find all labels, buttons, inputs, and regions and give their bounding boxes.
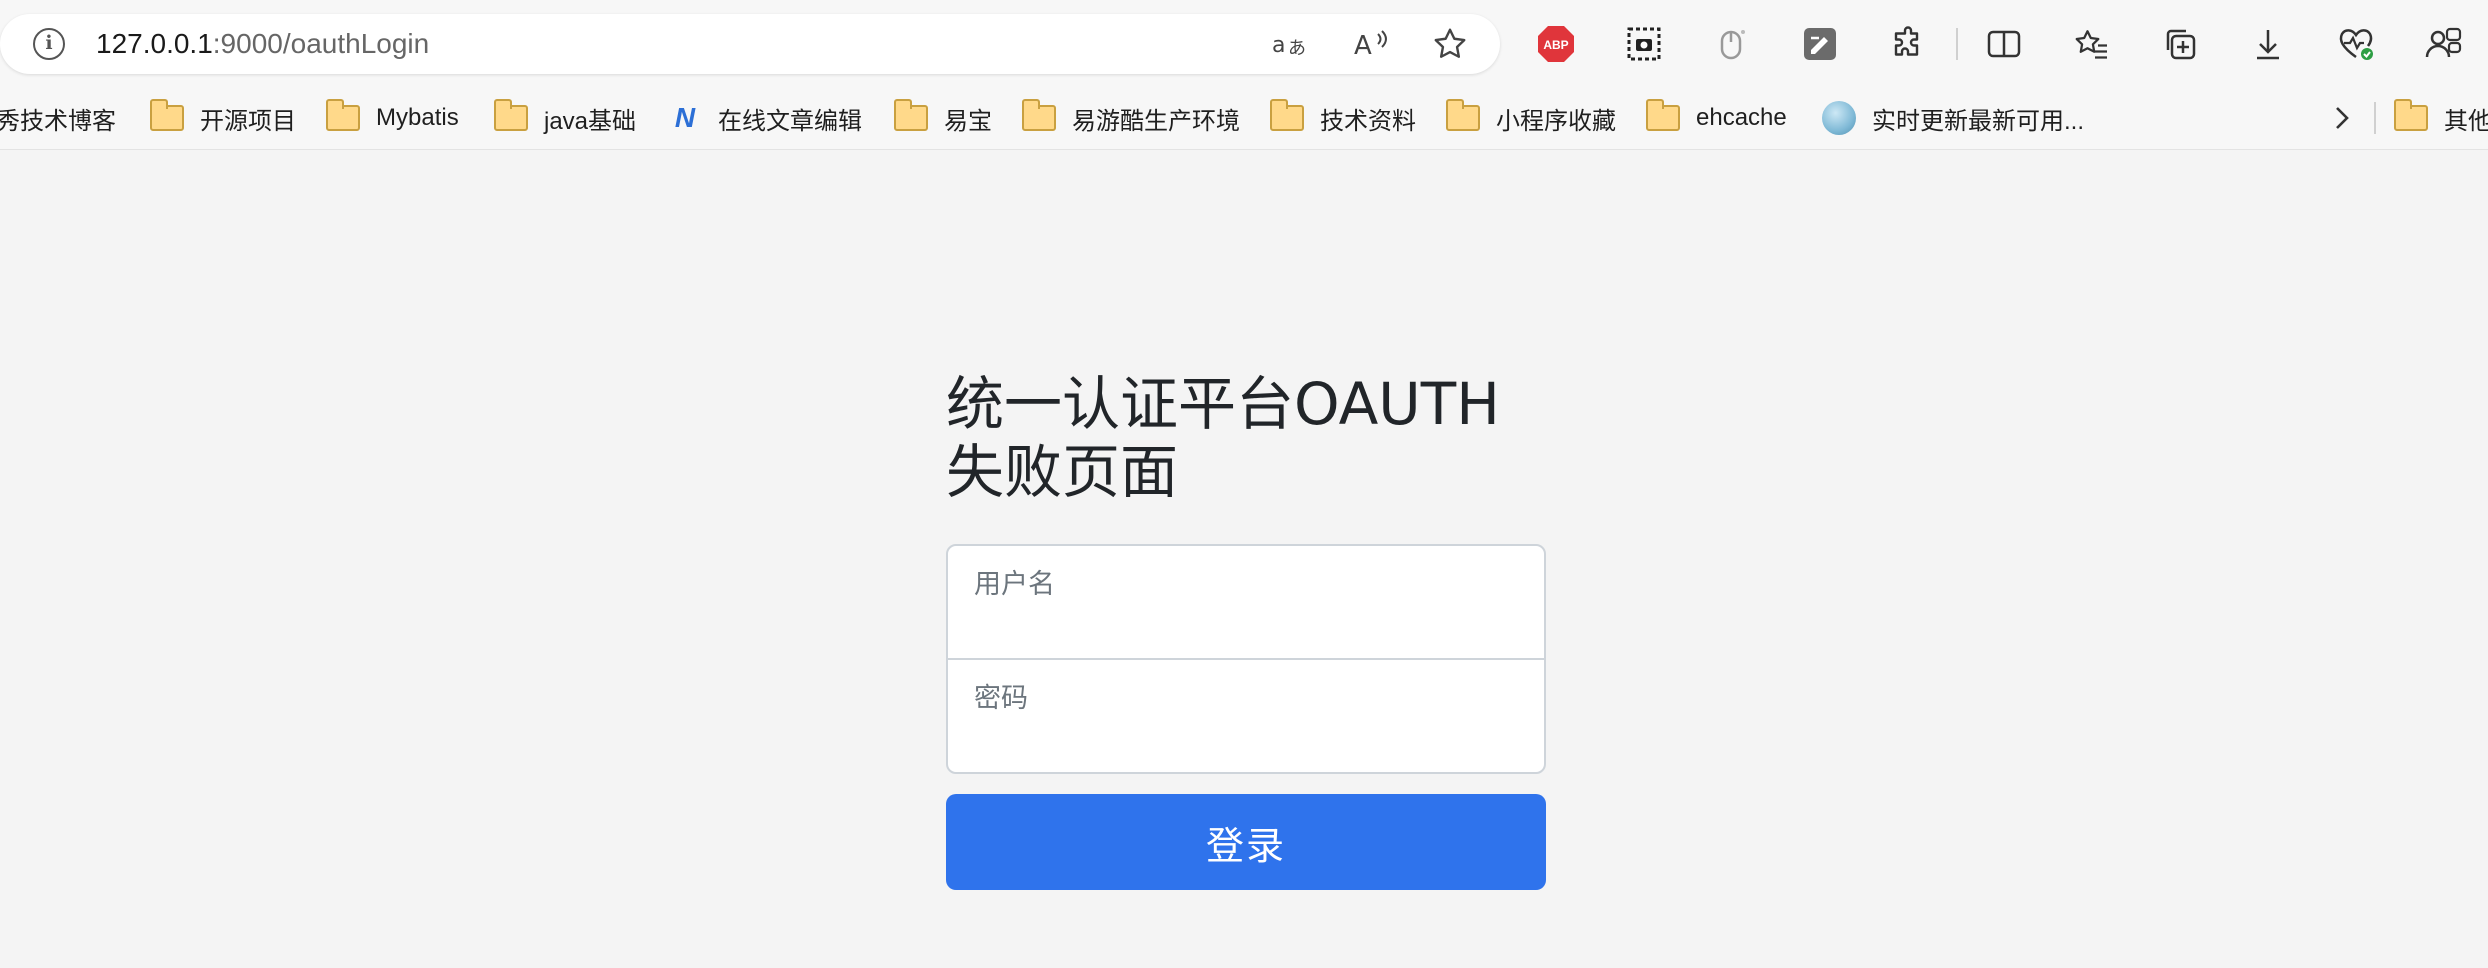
password-label: 密码 xyxy=(974,683,1028,714)
url-text[interactable]: 127.0.0.1:9000/oauthLogin xyxy=(96,26,429,62)
username-field[interactable]: 用户名 xyxy=(946,544,1546,660)
bookmark-item[interactable]: 秀技术博客 xyxy=(0,98,116,138)
bookmark-item[interactable]: N 在线文章编辑 xyxy=(668,98,862,138)
split-screen-icon[interactable] xyxy=(1982,22,2026,66)
chevron-right-icon[interactable] xyxy=(2322,96,2362,140)
username-label: 用户名 xyxy=(974,569,1055,600)
profile-icon[interactable] xyxy=(2422,22,2466,66)
url-path: :9000/oauthLogin xyxy=(212,28,430,59)
bookmark-folder[interactable]: java基础 xyxy=(494,98,636,138)
folder-icon xyxy=(894,99,928,131)
bookmarks-bar: 秀技术博客 开源项目 Mybatis java基础 N 在线文章编辑 易宝 易游… xyxy=(0,88,2488,150)
bookmark-label: ehcache xyxy=(1696,104,1787,131)
bookmark-label: 易游酷生产环境 xyxy=(1072,107,1240,135)
bookmark-folder[interactable]: ehcache xyxy=(1646,98,1787,138)
folder-icon xyxy=(1446,99,1480,131)
bookmark-folder[interactable]: 小程序收藏 xyxy=(1446,98,1616,138)
translate-icon[interactable]: aあ xyxy=(1270,24,1310,64)
bookmark-label: 其他 xyxy=(2444,107,2488,135)
info-icon[interactable]: i xyxy=(33,28,65,60)
username-input[interactable] xyxy=(972,604,1520,644)
folder-icon xyxy=(2394,99,2428,131)
browser-toolbar: i 127.0.0.1:9000/oauthLogin aあ A ABP xyxy=(0,0,2488,88)
mouse-icon[interactable] xyxy=(1710,22,1754,66)
notes-icon[interactable] xyxy=(1798,22,1842,66)
folder-icon xyxy=(494,99,528,131)
browser-essentials-icon[interactable] xyxy=(2334,22,2378,66)
bookmark-label: 小程序收藏 xyxy=(1496,107,1616,135)
site-icon: N xyxy=(674,102,696,133)
folder-icon xyxy=(1270,99,1304,131)
bookmark-folder[interactable]: Mybatis xyxy=(326,98,459,138)
bookmark-label: 秀技术博客 xyxy=(0,107,116,135)
login-button[interactable]: 登录 xyxy=(946,794,1546,890)
bookmark-folder[interactable]: 开源项目 xyxy=(150,98,296,138)
screenshot-icon[interactable] xyxy=(1622,22,1666,66)
adblock-label: ABP xyxy=(1543,38,1568,52)
url-host: 127.0.0.1 xyxy=(96,28,213,59)
page-title: 统一认证平台OAUTH失败页面 xyxy=(946,370,1500,506)
adblock-icon[interactable]: ABP xyxy=(1534,22,1578,66)
bookmark-label: Mybatis xyxy=(376,104,459,131)
bookmark-item[interactable]: 实时更新最新可用... xyxy=(1822,98,2084,138)
folder-icon xyxy=(1022,99,1056,131)
svg-text:A: A xyxy=(1354,31,1372,61)
svg-text:あ: あ xyxy=(1288,38,1306,59)
download-icon[interactable] xyxy=(2246,22,2290,66)
address-bar[interactable]: i 127.0.0.1:9000/oauthLogin aあ A xyxy=(0,14,1500,74)
bookmark-folder[interactable]: 技术资料 xyxy=(1270,98,1416,138)
bookmark-folder[interactable]: 易宝 xyxy=(894,98,992,138)
bookmark-label: 开源项目 xyxy=(200,107,296,135)
collections-icon[interactable] xyxy=(2158,22,2202,66)
star-icon[interactable] xyxy=(1430,24,1470,64)
bookmark-label: 易宝 xyxy=(944,107,992,135)
read-aloud-icon[interactable]: A xyxy=(1352,24,1392,64)
bookmark-label: java基础 xyxy=(544,107,637,135)
password-field[interactable]: 密码 xyxy=(946,658,1546,774)
bookmark-label: 技术资料 xyxy=(1320,107,1416,135)
bookmark-label: 在线文章编辑 xyxy=(718,107,862,135)
folder-icon xyxy=(150,99,184,131)
puzzle-icon[interactable] xyxy=(1886,22,1930,66)
folder-icon xyxy=(1646,99,1680,131)
favorites-icon[interactable] xyxy=(2070,22,2114,66)
bookmarks-divider xyxy=(2374,102,2376,134)
bookmark-folder[interactable]: 其他 xyxy=(2394,98,2488,138)
bookmark-label: 实时更新最新可用... xyxy=(1872,107,2085,135)
login-card: 统一认证平台OAUTH失败页面 用户名 密码 登录 xyxy=(946,370,1546,890)
folder-icon xyxy=(326,99,360,131)
svg-text:a: a xyxy=(1272,33,1285,58)
toolbar-divider xyxy=(1956,28,1958,60)
bookmark-folder[interactable]: 易游酷生产环境 xyxy=(1022,98,1240,138)
globe-icon xyxy=(1822,101,1856,135)
password-input[interactable] xyxy=(972,718,1520,758)
